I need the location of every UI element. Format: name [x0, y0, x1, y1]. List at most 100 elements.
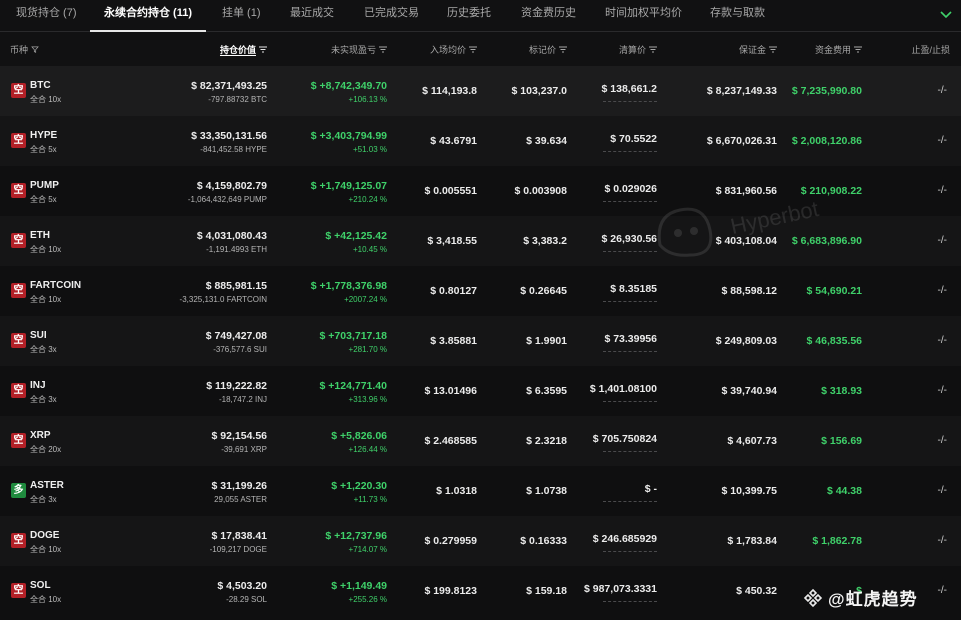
margin-mode-leverage: 全合 10x: [30, 295, 62, 304]
filter-icon[interactable]: [31, 46, 39, 53]
coin-symbol[interactable]: FARTCOIN: [30, 280, 81, 291]
tab-deposits-withdrawals[interactable]: 存款与取款: [710, 0, 765, 32]
liquidation-price-underline: [603, 101, 657, 102]
margin: $ 39,740.94: [721, 385, 777, 397]
margin: $ 10,399.75: [721, 485, 777, 497]
table-row[interactable]: 空 DOGE 全合 10x $ 17,838.41 -109,217 DOGE $ +12…: [0, 516, 961, 566]
header-mark-price[interactable]: 标记价: [510, 43, 567, 56]
unrealized-pnl-percent: +281.70 %: [348, 345, 387, 354]
tp-sl-value[interactable]: -/-: [938, 85, 947, 96]
table-row[interactable]: 空 SUI 全合 3x $ 749,427.08 -376,577.6 SUI $ +70…: [0, 316, 961, 366]
liquidation-price-underline: [603, 301, 657, 302]
coin-symbol[interactable]: SUI: [30, 330, 47, 341]
header-position-value[interactable]: 持仓价值: [205, 43, 267, 56]
margin: $ 831,960.56: [715, 185, 777, 197]
coin-symbol[interactable]: INJ: [30, 380, 46, 391]
table-row[interactable]: 空 FARTCOIN 全合 10x $ 885,981.15 -3,325,131.0 …: [0, 266, 961, 316]
chevron-down-icon[interactable]: [938, 6, 954, 22]
margin-mode-leverage: 全合 3x: [30, 395, 57, 404]
position-value: $ 119,222.82: [206, 380, 267, 392]
header-liq-price[interactable]: 清算价: [600, 43, 657, 56]
tab-spot-holdings[interactable]: 现货持仓 (7): [16, 0, 77, 32]
coin-symbol[interactable]: ASTER: [30, 480, 64, 491]
entry-price: $ 0.80127: [430, 285, 477, 297]
margin: $ 8,237,149.33: [706, 85, 777, 97]
position-value: $ 31,199.26: [211, 480, 267, 492]
liquidation-price-underline: [603, 451, 657, 452]
tp-sl-value[interactable]: -/-: [938, 485, 947, 496]
unrealized-pnl: $ +1,778,376.98: [310, 280, 387, 292]
table-row[interactable]: 空 XRP 全合 20x $ 92,154.56 -39,691 XRP $ +5,826…: [0, 416, 961, 466]
tp-sl-value[interactable]: -/-: [938, 435, 947, 446]
side-badge: 空: [11, 83, 26, 98]
side-badge: 空: [11, 183, 26, 198]
mark-price: $ 0.003908: [514, 185, 567, 197]
tab-perp-positions[interactable]: 永续合约持仓 (11): [104, 0, 192, 32]
coin-symbol[interactable]: XRP: [30, 430, 51, 441]
tp-sl-value[interactable]: -/-: [938, 385, 947, 396]
tp-sl-value[interactable]: -/-: [938, 335, 947, 346]
liquidation-price-underline: [603, 151, 657, 152]
coin-symbol[interactable]: HYPE: [30, 130, 57, 141]
coin-symbol[interactable]: ETH: [30, 230, 50, 241]
liquidation-price: $ 26,930.56: [601, 233, 657, 245]
header-entry-price-label: 入场均价: [429, 45, 466, 55]
margin-mode-leverage: 全合 10x: [30, 545, 62, 554]
liquidation-price: $ 1,401.08100: [589, 383, 657, 395]
tp-sl-value[interactable]: -/-: [938, 285, 947, 296]
margin-mode-leverage: 全合 3x: [30, 495, 57, 504]
position-size: -841,452.58 HYPE: [200, 145, 267, 154]
header-coin[interactable]: 币种: [10, 43, 39, 56]
funding-fee: $ 318.93: [821, 385, 862, 397]
unrealized-pnl-percent: +11.73 %: [353, 495, 387, 504]
coin-symbol[interactable]: SOL: [30, 580, 51, 591]
tab-twap[interactable]: 时间加权平均价: [605, 0, 682, 32]
tp-sl-value[interactable]: -/-: [938, 135, 947, 146]
table-row[interactable]: 多 ASTER 全合 3x $ 31,199.26 29,055 ASTER $ +1,2…: [0, 466, 961, 516]
header-entry-price[interactable]: 入场均价: [415, 43, 477, 56]
coin-symbol[interactable]: PUMP: [30, 180, 59, 191]
position-size: 29,055 ASTER: [214, 495, 267, 504]
table-row[interactable]: 空 PUMP 全合 5x $ 4,159,802.79 -1,064,432,649 P…: [0, 166, 961, 216]
funding-fee: $ 7,235,990.80: [791, 85, 862, 97]
tab-completed-trades[interactable]: 已完成交易: [364, 0, 419, 32]
tp-sl-value[interactable]: -/-: [938, 535, 947, 546]
sort-icon: [469, 46, 477, 53]
coin-symbol[interactable]: DOGE: [30, 530, 59, 541]
liquidation-price-underline: [603, 201, 657, 202]
unrealized-pnl-percent: +255.26 %: [348, 595, 387, 604]
tab-recent-trades[interactable]: 最近成交: [290, 0, 334, 32]
header-unrealized-pnl[interactable]: 未实现盈亏: [310, 43, 387, 56]
header-funding[interactable]: 资金费用: [800, 43, 862, 56]
liquidation-price: $ 246.685929: [592, 533, 657, 545]
position-size: -39,691 XRP: [221, 445, 267, 454]
liquidation-price-underline: [603, 251, 657, 252]
header-margin-label: 保证金: [738, 45, 766, 55]
unrealized-pnl: $ +124,771.40: [319, 380, 387, 392]
liquidation-price: $ -: [644, 483, 657, 495]
table-row[interactable]: 空 BTC 全合 10x $ 82,371,493.25 -797.88732 BTC $…: [0, 66, 961, 116]
mark-price: $ 1.9901: [526, 335, 567, 347]
margin: $ 6,670,026.31: [706, 135, 777, 147]
position-value: $ 4,503.20: [217, 580, 267, 592]
funding-fee: $ 1,862.78: [812, 535, 862, 547]
tab-open-orders[interactable]: 挂单 (1): [222, 0, 261, 32]
tab-funding-history[interactable]: 资金费历史: [521, 0, 576, 32]
header-margin[interactable]: 保证金: [720, 43, 777, 56]
liquidation-price: $ 987,073.3331: [584, 583, 657, 595]
table-row[interactable]: 空 ETH 全合 10x $ 4,031,080.43 -1,191.4993 ETH $…: [0, 216, 961, 266]
tab-order-history[interactable]: 历史委托: [447, 0, 491, 32]
position-size: -376,577.6 SUI: [213, 345, 267, 354]
tp-sl-value[interactable]: -/-: [938, 585, 947, 596]
entry-price: $ 3.85881: [430, 335, 477, 347]
tp-sl-value[interactable]: -/-: [938, 235, 947, 246]
table-row[interactable]: 空 INJ 全合 3x $ 119,222.82 -18,747.2 INJ $ +124…: [0, 366, 961, 416]
mark-price: $ 0.16333: [520, 535, 567, 547]
table-row[interactable]: 空 HYPE 全合 5x $ 33,350,131.56 -841,452.58 HYP…: [0, 116, 961, 166]
coin-symbol[interactable]: BTC: [30, 80, 51, 91]
position-size: -109,217 DOGE: [209, 545, 267, 554]
funding-fee: $ 156.69: [821, 435, 862, 447]
entry-price: $ 114,193.8: [422, 85, 477, 97]
tp-sl-value[interactable]: -/-: [938, 185, 947, 196]
liquidation-price: $ 705.750824: [592, 433, 657, 445]
